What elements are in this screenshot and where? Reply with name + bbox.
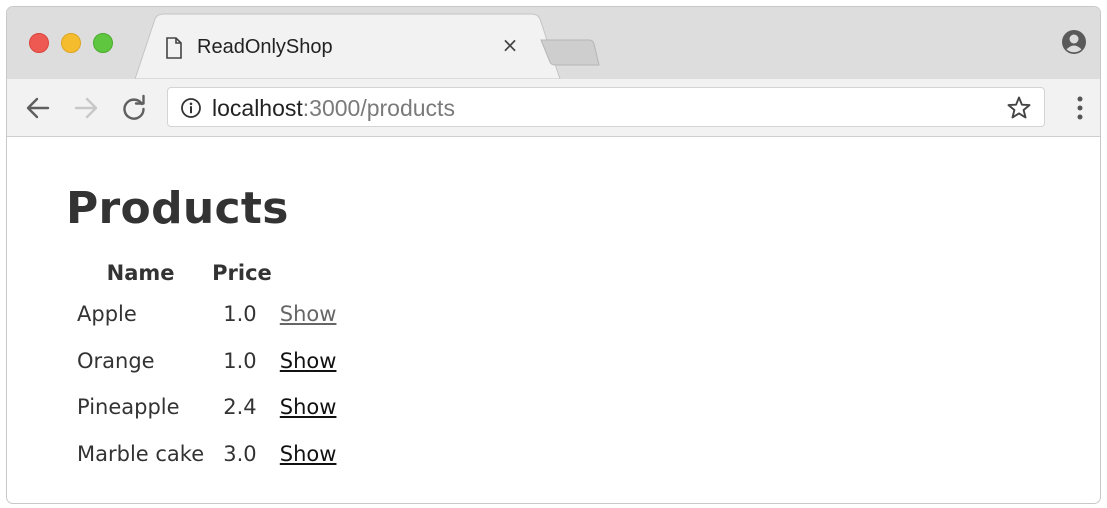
products-table: Name Price Apple 1.0 Show Orange 1.0 Sho… xyxy=(69,255,344,477)
product-price: 2.4 xyxy=(223,395,257,420)
tab-close-icon[interactable]: × xyxy=(499,33,521,57)
product-name: Orange xyxy=(77,348,155,373)
column-header-name: Name xyxy=(106,261,175,285)
product-name: Apple xyxy=(77,302,137,327)
menu-icon[interactable] xyxy=(1076,95,1084,125)
reload-icon[interactable] xyxy=(119,93,149,123)
product-price: 1.0 xyxy=(223,302,257,327)
table-row: Orange 1.0 Show xyxy=(77,338,336,385)
info-icon[interactable] xyxy=(180,97,202,123)
column-header-price: Price xyxy=(212,261,272,285)
table-row: Pineapple 2.4 Show xyxy=(77,384,336,431)
product-name: Marble cake xyxy=(77,441,205,466)
page-title: Products xyxy=(66,183,289,234)
show-link[interactable]: Show xyxy=(280,442,337,466)
show-link[interactable]: Show xyxy=(280,302,337,326)
url-path: :3000/products xyxy=(302,95,455,121)
back-arrow-icon[interactable] xyxy=(23,93,53,123)
profile-icon[interactable] xyxy=(1060,28,1088,60)
table-row: Apple 1.0 Show xyxy=(77,291,336,338)
forward-arrow-icon[interactable] xyxy=(71,93,101,123)
tab-title[interactable]: ReadOnlyShop xyxy=(197,36,333,59)
show-link[interactable]: Show xyxy=(280,349,337,373)
table-row: Marble cake 3.0 Show xyxy=(77,431,336,478)
url-host: localhost xyxy=(212,95,303,121)
browser-toolbar: localhost:3000/products xyxy=(7,79,1100,137)
page-content: Products Name Price Apple 1.0 Show Orang… xyxy=(7,137,1100,503)
column-header-actions xyxy=(280,255,337,291)
show-link[interactable]: Show xyxy=(280,395,337,419)
star-icon[interactable] xyxy=(1006,95,1032,125)
address-bar[interactable]: localhost:3000/products xyxy=(167,87,1045,127)
product-name: Pineapple xyxy=(77,395,180,420)
product-price: 1.0 xyxy=(223,348,257,373)
new-tab-button xyxy=(540,39,600,66)
url-text[interactable]: localhost:3000/products xyxy=(212,95,455,122)
product-price: 3.0 xyxy=(223,441,257,466)
tab-strip: ReadOnlyShop × xyxy=(7,7,1100,79)
table-header-row: Name Price xyxy=(77,255,336,291)
browser-window: ReadOnlyShop × localhost:3000/products P… xyxy=(6,6,1101,504)
document-icon xyxy=(165,37,183,63)
